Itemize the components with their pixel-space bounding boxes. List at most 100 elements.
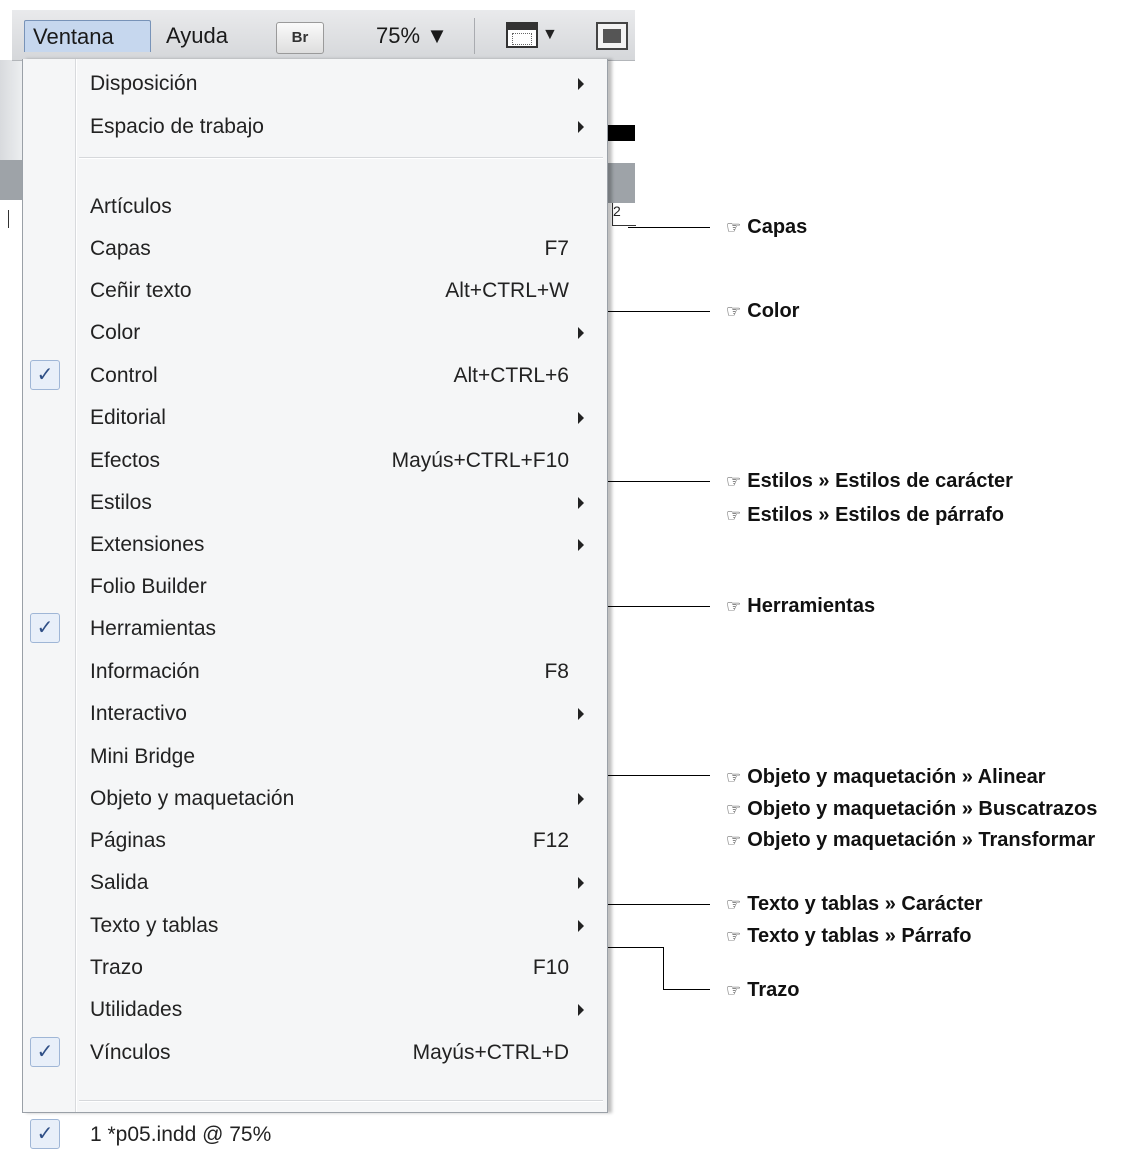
menu-item-folio-builder[interactable]: Folio Builder: [23, 566, 607, 608]
callout-texto-parrafo: ☞ Texto y tablas » Párrafo: [726, 922, 971, 951]
ruler-digit: 2: [613, 203, 621, 219]
menu-item-shortcut: Mayús+CTRL+F10: [391, 449, 569, 472]
submenu-arrow-icon: [578, 708, 584, 720]
zoom-dropdown[interactable]: 75% ▼: [368, 20, 478, 52]
callout-texto-caracter: ☞ Texto y tablas » Carácter: [726, 890, 983, 919]
callout-estilos-caracter: ☞ Estilos » Estilos de carácter: [726, 467, 1013, 496]
callout-line-trazo-c: [663, 989, 710, 990]
menu-item-capas[interactable]: Capas F7: [23, 228, 607, 270]
menu-item-color[interactable]: Color: [23, 312, 607, 354]
callout-estilos-parrafo: ☞ Estilos » Estilos de párrafo: [726, 501, 1004, 530]
menu-item-label: Efectos: [90, 449, 161, 472]
menu-item-herramientas[interactable]: ✓ Herramientas: [23, 608, 607, 650]
menu-ayuda[interactable]: Ayuda: [158, 20, 258, 52]
menu-item-label: Ceñir texto: [90, 279, 192, 302]
document-black-bar: [608, 125, 635, 141]
menu-item-editorial[interactable]: Editorial: [23, 397, 607, 439]
callout-obj-transformar: ☞ Objeto y maquetación » Transformar: [726, 826, 1095, 855]
callout-text: Color: [747, 300, 800, 322]
left-panel-bg: [0, 160, 22, 200]
callout-text: Estilos » Estilos de carácter: [747, 470, 1013, 492]
bridge-button[interactable]: Br: [276, 22, 324, 54]
callout-line-estilos: [608, 481, 710, 482]
menu-item-articulos[interactable]: Artículos: [23, 186, 607, 228]
menu-item-label: Trazo: [90, 956, 143, 979]
callout-color: ☞ Color: [726, 297, 799, 326]
menu-item-label: Capas: [90, 237, 151, 260]
toolbar-separator: [474, 18, 475, 54]
left-ruler-tick: [8, 210, 9, 228]
menu-item-espacio-de-trabajo[interactable]: Espacio de trabajo: [23, 106, 607, 148]
menu-item-shortcut: F10: [532, 956, 569, 979]
callout-text: Objeto y maquetación » Buscatrazos: [747, 798, 1098, 820]
menu-item-mini-bridge[interactable]: Mini Bridge: [23, 736, 607, 778]
callout-text: Objeto y maquetación » Alinear: [747, 766, 1046, 788]
menu-item-efectos[interactable]: Efectos Mayús+CTRL+F10: [23, 440, 607, 482]
screen-mode-icon[interactable]: [596, 22, 628, 50]
pointing-hand-icon: ☞: [726, 927, 742, 946]
callout-trazo: ☞ Trazo: [726, 976, 800, 1005]
menu-item-interactivo[interactable]: Interactivo: [23, 693, 607, 735]
menu-item-label: Editorial: [90, 406, 166, 429]
menu-item-1-p05-indd-75[interactable]: ✓ 1 *p05.indd @ 75%: [23, 1114, 607, 1156]
submenu-arrow-icon: [578, 877, 584, 889]
submenu-arrow-icon: [578, 539, 584, 551]
checkmark-icon: ✓: [30, 1037, 60, 1067]
callout-text: Estilos » Estilos de párrafo: [747, 504, 1004, 526]
pointing-hand-icon: ☞: [726, 768, 742, 787]
ruler-corner: 2: [612, 203, 636, 226]
menu-item-cenir-texto[interactable]: Ceñir texto Alt+CTRL+W: [23, 270, 607, 312]
menu-item-utilidades[interactable]: Utilidades: [23, 989, 607, 1031]
callout-text: Capas: [747, 216, 808, 238]
submenu-arrow-icon: [578, 327, 584, 339]
menu-item-label: Herramientas: [90, 617, 217, 640]
menu-item-label: Control: [90, 364, 158, 387]
menu-item-label: Texto y tablas: [90, 914, 219, 937]
callout-line-color: [608, 311, 710, 312]
pointing-hand-icon: ☞: [726, 597, 742, 616]
menu-item-extensiones[interactable]: Extensiones: [23, 524, 607, 566]
menu-item-label: 1 *p05.indd @ 75%: [90, 1123, 272, 1146]
menu-item-shortcut: Alt+CTRL+W: [445, 279, 569, 302]
menu-item-label: Interactivo: [90, 702, 187, 725]
menu-item-label: Extensiones: [90, 533, 205, 556]
submenu-arrow-icon: [578, 497, 584, 509]
menu-item-label: Espacio de trabajo: [90, 115, 264, 138]
menu-item-shortcut: Alt+CTRL+6: [453, 364, 569, 387]
chevron-down-icon[interactable]: ▼: [542, 26, 558, 44]
ventana-dropdown-menu: Disposición Espacio de trabajo Artículos Ca…: [22, 59, 608, 1149]
menu-item-label: Páginas: [90, 829, 166, 852]
menu-item-trazo[interactable]: Trazo F10: [23, 947, 607, 989]
pointing-hand-icon: ☞: [726, 472, 742, 491]
menu-item-objeto-y-maquetacion[interactable]: Objeto y maquetación: [23, 778, 607, 820]
menu-item-label: Utilidades: [90, 998, 183, 1021]
submenu-arrow-icon: [578, 920, 584, 932]
submenu-arrow-icon: [578, 793, 584, 805]
menu-item-paginas[interactable]: Páginas F12: [23, 820, 607, 862]
submenu-arrow-icon: [578, 78, 584, 90]
pointing-hand-icon: ☞: [726, 981, 742, 1000]
callout-line-herramientas: [608, 606, 710, 607]
menu-item-label: Salida: [90, 871, 149, 894]
callout-text: Trazo: [747, 979, 800, 1001]
callout-line-objeto: [608, 775, 710, 776]
callout-obj-buscatrazos: ☞ Objeto y maquetación » Buscatrazos: [726, 795, 1097, 824]
menu-item-salida[interactable]: Salida: [23, 862, 607, 904]
menu-item-informacion[interactable]: Información F8: [23, 651, 607, 693]
checkmark-icon: ✓: [30, 613, 60, 643]
view-options-icon[interactable]: [506, 22, 538, 48]
menu-item-label: Disposición: [90, 72, 198, 95]
menu-item-vinculos[interactable]: ✓ Vínculos Mayús+CTRL+D: [23, 1032, 607, 1074]
menu-item-label: Vínculos: [90, 1041, 171, 1064]
menu-item-control[interactable]: ✓ Control Alt+CTRL+6: [23, 355, 607, 397]
menu-item-texto-y-tablas[interactable]: Texto y tablas: [23, 905, 607, 947]
menu-ventana[interactable]: Ventana: [24, 20, 151, 52]
menu-item-disposicion[interactable]: Disposición: [23, 63, 607, 105]
callout-text: Texto y tablas » Carácter: [747, 893, 983, 915]
left-ruler-bg: [0, 60, 22, 160]
pointing-hand-icon: ☞: [726, 831, 742, 850]
submenu-arrow-icon: [578, 1004, 584, 1016]
menu-item-label: Objeto y maquetación: [90, 787, 295, 810]
pointing-hand-icon: ☞: [726, 895, 742, 914]
menu-item-estilos[interactable]: Estilos: [23, 482, 607, 524]
